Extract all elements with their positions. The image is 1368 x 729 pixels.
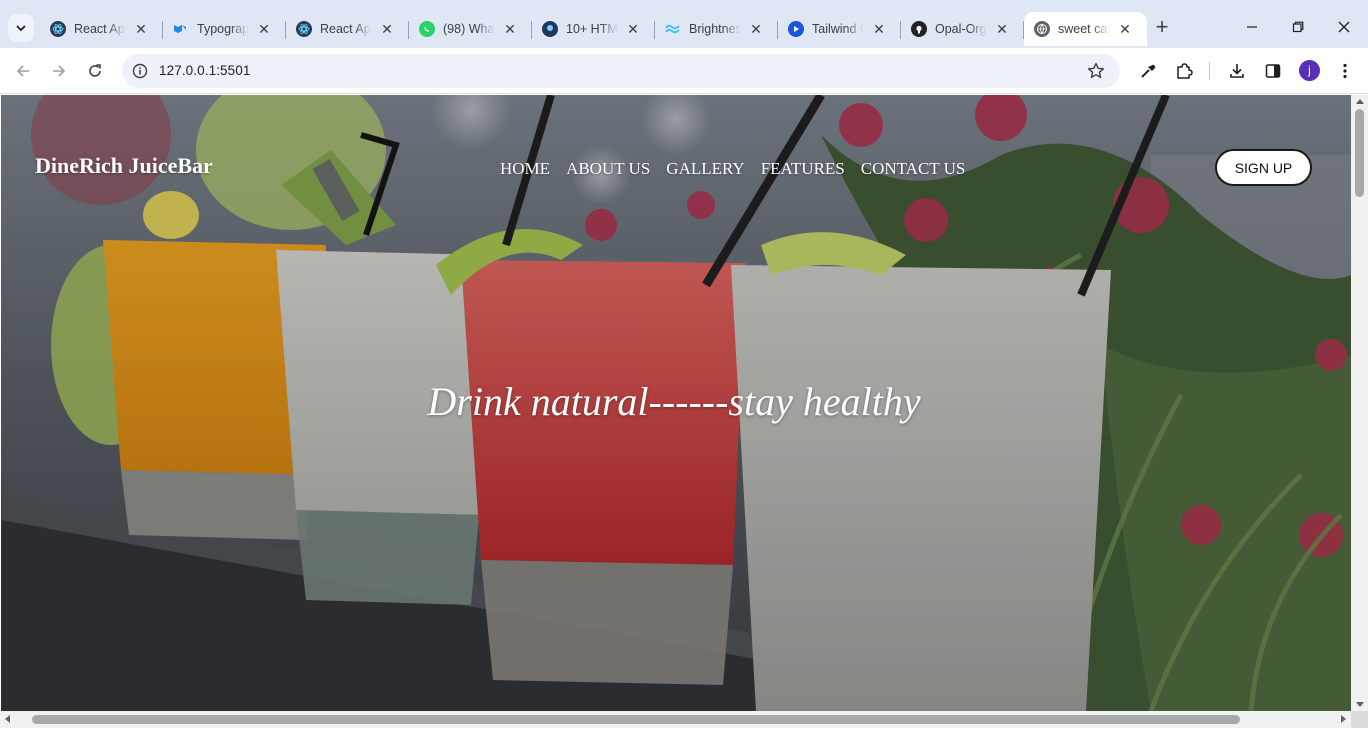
nav-gallery[interactable]: GALLERY xyxy=(666,159,744,179)
site-icon xyxy=(542,21,558,37)
tab-react-app-1[interactable]: React App ✕ xyxy=(40,12,163,46)
browser-toolbar: 127.0.0.1:5501 j xyxy=(0,48,1368,94)
tab-title: Opal-Org xyxy=(935,22,987,36)
tab-strip: React App ✕ Typography ✕ React App ✕ (98… xyxy=(0,0,1368,48)
tab-title: React App xyxy=(320,22,372,36)
close-icon[interactable]: ✕ xyxy=(379,21,395,37)
whatsapp-icon xyxy=(419,21,435,37)
tab-title: Typography xyxy=(197,22,249,36)
bookmark-star-icon[interactable] xyxy=(1086,61,1106,81)
downloads-button[interactable] xyxy=(1227,61,1247,81)
close-icon[interactable]: ✕ xyxy=(748,21,764,37)
site-logo[interactable]: DineRich JuiceBar xyxy=(35,153,213,179)
arrow-right-icon xyxy=(53,65,66,77)
new-tab-button[interactable]: + xyxy=(1150,16,1174,40)
puzzle-icon xyxy=(1177,63,1193,79)
tab-react-app-2[interactable]: React App ✕ xyxy=(286,12,409,46)
close-icon[interactable]: ✕ xyxy=(994,21,1010,37)
scroll-down-arrow-icon[interactable] xyxy=(1356,702,1364,707)
nav-contact-us[interactable]: CONTACT US xyxy=(861,159,966,179)
forward-button[interactable] xyxy=(47,59,71,83)
tab-title: (98) WhatsApp xyxy=(443,22,495,36)
vertical-scrollbar[interactable] xyxy=(1351,95,1368,711)
close-icon[interactable]: ✕ xyxy=(871,21,887,37)
sign-up-button[interactable]: SIGN UP xyxy=(1215,149,1312,186)
vertical-scroll-thumb[interactable] xyxy=(1355,109,1364,197)
react-icon xyxy=(50,21,66,37)
tab-typography[interactable]: Typography ✕ xyxy=(163,12,286,46)
reload-button[interactable] xyxy=(83,59,107,83)
tab-brightness[interactable]: Brightness ✕ xyxy=(655,12,778,46)
tab-title: 10+ HTML xyxy=(566,22,618,36)
tab-whatsapp[interactable]: (98) WhatsApp ✕ xyxy=(409,12,532,46)
scroll-left-arrow-icon[interactable] xyxy=(5,715,10,723)
minimize-icon xyxy=(1247,26,1257,28)
github-icon xyxy=(911,21,927,37)
close-icon[interactable]: ✕ xyxy=(502,21,518,37)
more-vertical-icon xyxy=(1343,63,1347,79)
eyedropper-icon xyxy=(1141,64,1156,78)
mui-icon xyxy=(173,21,189,37)
address-text: 127.0.0.1:5501 xyxy=(159,63,251,78)
horizontal-scroll-thumb[interactable] xyxy=(32,715,1240,724)
close-icon xyxy=(1338,21,1350,33)
chevron-down-icon xyxy=(16,25,26,32)
horizontal-scrollbar[interactable] xyxy=(0,711,1351,728)
minimize-button[interactable] xyxy=(1240,17,1264,39)
main-nav: HOME ABOUT US GALLERY FEATURES CONTACT U… xyxy=(500,159,965,179)
nav-about-us[interactable]: ABOUT US xyxy=(566,159,650,179)
nav-features[interactable]: FEATURES xyxy=(761,159,845,179)
nav-home[interactable]: HOME xyxy=(500,159,550,179)
hero-tagline: Drink natural------stay healthy xyxy=(427,379,921,424)
close-window-button[interactable] xyxy=(1332,17,1356,39)
restore-icon xyxy=(1292,21,1304,33)
close-icon[interactable]: ✕ xyxy=(133,21,149,37)
download-icon xyxy=(1230,64,1244,78)
tab-tailwind[interactable]: Tailwind CSS ✕ xyxy=(778,12,901,46)
restore-button[interactable] xyxy=(1286,17,1310,39)
profile-avatar[interactable]: j xyxy=(1299,60,1320,81)
tab-sweet-candy[interactable]: sweet candy ✕ xyxy=(1024,12,1147,46)
address-bar[interactable]: 127.0.0.1:5501 xyxy=(122,54,1120,88)
side-panel-button[interactable] xyxy=(1263,61,1283,81)
tab-list: React App ✕ Typography ✕ React App ✕ (98… xyxy=(40,12,1147,48)
scroll-right-arrow-icon[interactable] xyxy=(1341,715,1346,723)
play-icon xyxy=(788,21,804,37)
reload-icon xyxy=(89,64,101,77)
tab-title: Brightness xyxy=(689,22,741,36)
globe-icon xyxy=(1034,21,1050,37)
extensions-button[interactable] xyxy=(1174,61,1194,81)
close-icon[interactable]: ✕ xyxy=(256,21,272,37)
close-icon[interactable]: ✕ xyxy=(625,21,641,37)
tab-github[interactable]: Opal-Org ✕ xyxy=(901,12,1024,46)
tab-html-templates[interactable]: 10+ HTML ✕ xyxy=(532,12,655,46)
side-panel-icon xyxy=(1265,64,1281,78)
arrow-left-icon xyxy=(16,65,29,77)
close-icon[interactable]: ✕ xyxy=(1117,21,1133,37)
react-icon xyxy=(296,21,312,37)
back-button[interactable] xyxy=(11,59,35,83)
tailwind-icon xyxy=(665,21,681,37)
menu-button[interactable] xyxy=(1335,61,1355,81)
tab-title: sweet candy xyxy=(1058,22,1110,36)
site-info-icon[interactable] xyxy=(132,63,148,79)
page-viewport: DineRich JuiceBar HOME ABOUT US GALLERY … xyxy=(1,95,1351,711)
scroll-up-arrow-icon[interactable] xyxy=(1356,99,1364,104)
tab-title: React App xyxy=(74,22,126,36)
eyedropper-extension-button[interactable] xyxy=(1138,61,1158,81)
tab-search-button[interactable] xyxy=(8,14,34,42)
tab-title: Tailwind CSS xyxy=(812,22,864,36)
